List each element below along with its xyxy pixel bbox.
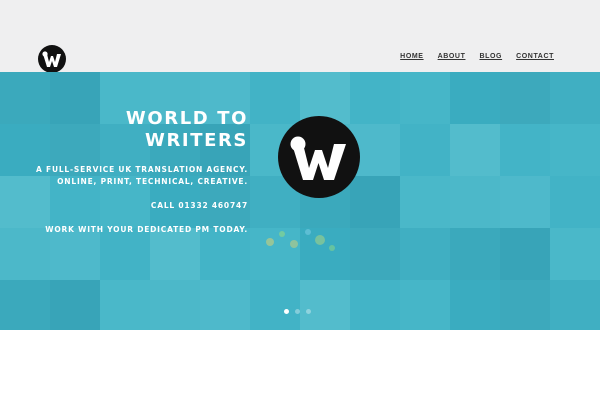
main-nav: HOME ABOUT BLOG CONTACT <box>400 53 554 60</box>
slider-dot-2[interactable] <box>295 309 300 314</box>
bokeh-decoration <box>266 229 335 251</box>
hero-text-block: WORLD TO WRITERS A FULL-SERVICE UK TRANS… <box>36 108 248 236</box>
nav-blog-link[interactable]: BLOG <box>479 53 502 60</box>
page: HOME ABOUT BLOG CONTACT WORLD TO WRITERS… <box>0 0 600 400</box>
call-phone-text: CALL 01332 460747 <box>150 201 248 210</box>
nav-home-link[interactable]: HOME <box>400 53 423 60</box>
headline-line-1: WORLD TO <box>125 108 248 129</box>
hero-headline: WORLD TO WRITERS <box>36 108 248 152</box>
cta-text: WORK WITH YOUR DEDICATED PM TODAY. <box>45 225 248 234</box>
tagline-line-1: A FULL-SERVICE UK TRANSLATION AGENCY. <box>36 165 248 174</box>
slider-dot-1[interactable] <box>284 309 289 314</box>
headline-line-2: WRITERS <box>144 130 248 151</box>
logo-icon[interactable] <box>38 45 66 73</box>
slider-pagination <box>284 309 311 314</box>
nav-contact-link[interactable]: CONTACT <box>516 53 554 60</box>
tagline-line-2: ONLINE, PRINT, TECHNICAL, CREATIVE. <box>57 177 248 186</box>
site-header: HOME ABOUT BLOG CONTACT <box>0 0 600 73</box>
slider-dot-3[interactable] <box>306 309 311 314</box>
hero-logo-icon <box>278 116 360 198</box>
hero-slider: WORLD TO WRITERS A FULL-SERVICE UK TRANS… <box>0 72 600 330</box>
nav-about-link[interactable]: ABOUT <box>438 53 466 60</box>
